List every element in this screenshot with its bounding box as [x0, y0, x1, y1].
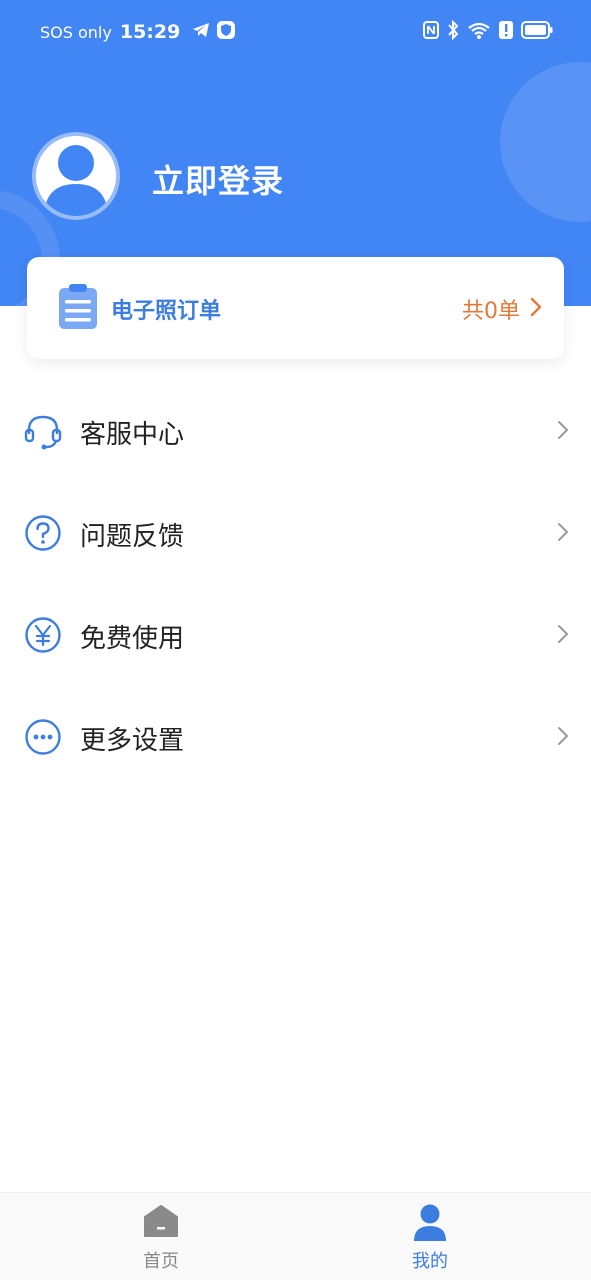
menu-item-free-use[interactable]: 免费使用 — [0, 584, 591, 686]
chevron-right-icon — [557, 420, 569, 444]
network-status: SOS only — [40, 22, 112, 42]
settings-menu: 客服中心 问题反馈 免费使用 更多设置 — [0, 380, 591, 788]
login-link[interactable]: 立即登录 — [152, 156, 284, 202]
telegram-icon — [192, 22, 210, 42]
clock: 15:29 — [119, 21, 181, 43]
order-count: 共0单 — [462, 299, 520, 324]
tab-label: 我的 — [412, 1251, 448, 1272]
wifi-icon — [467, 20, 491, 44]
home-icon — [143, 1203, 179, 1243]
bluetooth-icon — [447, 19, 459, 44]
battery-icon — [521, 21, 553, 43]
chevron-right-icon — [557, 624, 569, 648]
menu-item-label: 问题反馈 — [80, 522, 185, 552]
alert-icon — [499, 21, 513, 43]
more-icon — [24, 718, 62, 756]
question-icon — [24, 514, 62, 552]
chevron-right-icon — [530, 297, 542, 321]
bottom-tab-bar: 首页 我的 — [0, 1192, 591, 1280]
clipboard-icon — [57, 283, 99, 335]
user-icon — [412, 1203, 448, 1247]
menu-item-label: 客服中心 — [80, 420, 185, 450]
order-card-title: 电子照订单 — [111, 299, 222, 324]
decorative-circle — [500, 62, 591, 222]
status-bar: SOS only 15:29 — [0, 0, 591, 66]
shield-icon — [216, 20, 236, 44]
tab-label: 首页 — [143, 1251, 179, 1272]
headset-icon — [24, 412, 62, 450]
tab-home[interactable]: 首页 — [61, 1193, 261, 1280]
menu-item-label: 更多设置 — [80, 726, 185, 756]
nfc-icon — [423, 21, 439, 43]
user-avatar-icon[interactable] — [32, 132, 120, 220]
menu-item-customer-service[interactable]: 客服中心 — [0, 380, 591, 482]
chevron-right-icon — [557, 522, 569, 546]
chevron-right-icon — [557, 726, 569, 750]
menu-item-feedback[interactable]: 问题反馈 — [0, 482, 591, 584]
yen-icon — [24, 616, 62, 654]
menu-item-more-settings[interactable]: 更多设置 — [0, 686, 591, 788]
menu-item-label: 免费使用 — [80, 624, 185, 654]
e-photo-order-card[interactable]: 电子照订单 共0单 — [27, 257, 564, 359]
tab-mine[interactable]: 我的 — [330, 1193, 530, 1280]
